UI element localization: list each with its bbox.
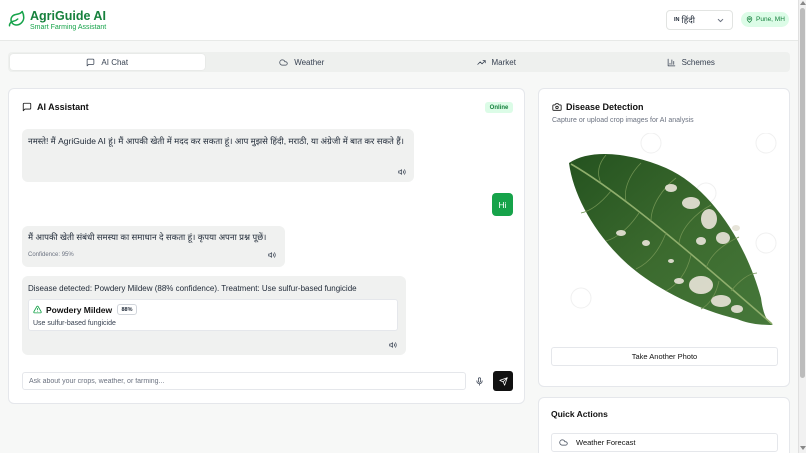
tab-market[interactable]: Market <box>399 54 594 70</box>
tab-ai-chat[interactable]: AI Chat <box>10 54 205 70</box>
chat-input[interactable] <box>22 372 466 390</box>
speaker-icon[interactable] <box>268 251 276 259</box>
send-button[interactable] <box>493 371 513 391</box>
page-scrollbar[interactable] <box>798 0 806 453</box>
language-flag: IN <box>674 17 680 23</box>
quick-actions-title: Quick Actions <box>551 409 608 419</box>
bar-chart-icon <box>667 58 675 66</box>
message-text: नमस्ते! मैं AgriGuide AI हूं। मैं आपकी ख… <box>28 136 404 146</box>
weather-forecast-button[interactable]: Weather Forecast <box>551 433 778 452</box>
assistant-message: Disease detected: Powdery Mildew (88% co… <box>22 276 406 355</box>
speaker-icon[interactable] <box>398 168 406 176</box>
assistant-message: नमस्ते! मैं AgriGuide AI हूं। मैं आपकी ख… <box>22 129 414 182</box>
cloud-icon <box>559 439 568 446</box>
quick-action-label: Weather Forecast <box>576 438 636 447</box>
confidence-text: Confidence: 95% <box>28 252 74 258</box>
app-title: AgriGuide AI <box>30 9 106 23</box>
scroll-up-arrow[interactable] <box>800 1 806 5</box>
leaf-image <box>551 133 778 338</box>
leaf-logo-icon <box>8 10 26 28</box>
tab-schemes[interactable]: Schemes <box>594 54 789 70</box>
disease-detection-card: Disease Detection Capture or upload crop… <box>538 88 790 387</box>
tab-label: Weather <box>294 57 325 67</box>
send-icon <box>498 376 508 386</box>
status-badge: Online <box>485 102 513 113</box>
disease-result-box: Powdery Mildew 88% Use sulfur-based fung… <box>28 299 398 331</box>
scroll-down-arrow[interactable] <box>800 446 806 450</box>
message-icon <box>87 58 95 66</box>
location-text: Pune, MH <box>756 16 785 23</box>
chevron-down-icon <box>716 16 725 25</box>
app-header: AgriGuide AI Smart Farming Assistant IN … <box>0 0 798 41</box>
main-tabs: AI Chat Weather Market Schemes <box>8 52 790 72</box>
map-pin-icon <box>746 16 753 23</box>
take-another-photo-button[interactable]: Take Another Photo <box>551 347 778 366</box>
tab-label: Schemes <box>681 57 715 67</box>
disease-treatment: Use sulfur-based fungicide <box>33 320 116 327</box>
language-selected-value: हिंदी <box>681 14 695 25</box>
speaker-icon[interactable] <box>389 341 397 349</box>
assistant-message: मैं आपकी खेती संबंधी समस्या का समाधान दे… <box>22 226 285 267</box>
message-icon <box>22 102 32 112</box>
user-message: Hi <box>492 193 513 216</box>
mic-button[interactable] <box>471 372 488 390</box>
scroll-thumb[interactable] <box>800 8 805 378</box>
confidence-badge: 88% <box>117 304 137 315</box>
app-subtitle: Smart Farming Assistant <box>30 24 107 31</box>
trend-up-icon <box>476 59 486 65</box>
detection-title: Disease Detection <box>566 102 644 112</box>
chat-title: AI Assistant <box>37 102 89 112</box>
tab-label: AI Chat <box>101 57 129 67</box>
detection-subtitle: Capture or upload crop images for AI ana… <box>552 117 694 124</box>
warning-triangle-icon <box>33 305 42 314</box>
ai-assistant-card: AI Assistant Online नमस्ते! मैं AgriGuid… <box>8 88 525 404</box>
quick-actions-card: Quick Actions Weather Forecast <box>538 397 790 453</box>
mic-icon <box>476 376 483 386</box>
tab-weather[interactable]: Weather <box>205 54 400 70</box>
message-text: मैं आपकी खेती संबंधी समस्या का समाधान दे… <box>28 232 267 242</box>
language-select[interactable]: IN हिंदी <box>666 10 733 30</box>
location-badge[interactable]: Pune, MH <box>741 12 789 27</box>
disease-name: Powdery Mildew <box>46 305 113 315</box>
cloud-icon <box>279 59 288 65</box>
camera-icon <box>552 102 562 112</box>
message-text: Disease detected: Powdery Mildew (88% co… <box>28 284 357 293</box>
tab-label: Market <box>491 57 516 67</box>
